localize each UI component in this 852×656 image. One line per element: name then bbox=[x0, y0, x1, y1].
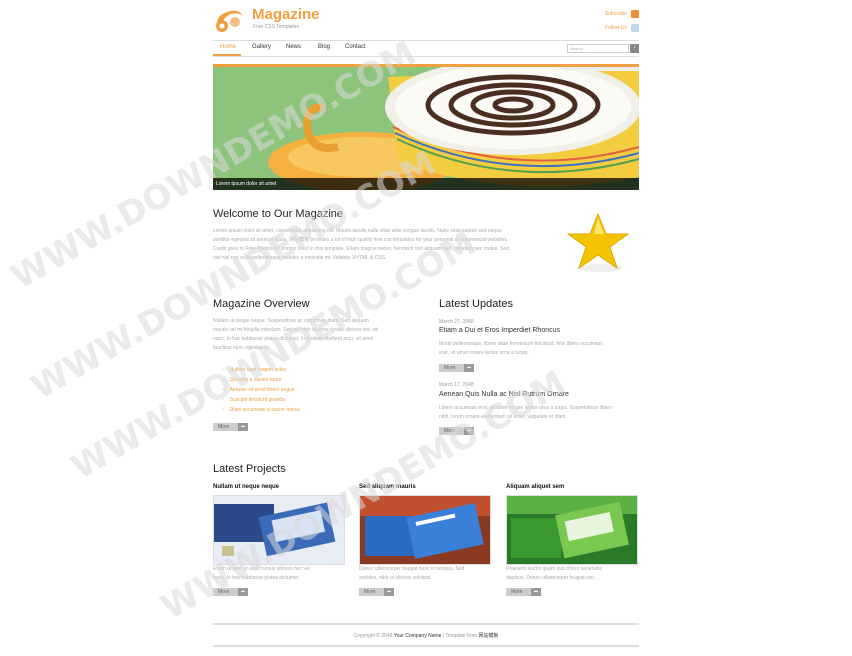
overview-title: Magazine Overview bbox=[213, 298, 310, 310]
update-line: nibh, lorem ornare elementum sit amet, v… bbox=[439, 414, 567, 420]
project-line: dapibus. Donec ullamcorper feugiat nisi. bbox=[506, 575, 595, 581]
site-tagline: Free CSS Templates bbox=[253, 24, 300, 30]
arrow-right-icon: ➡ bbox=[464, 364, 474, 372]
project-thumbnail[interactable] bbox=[506, 495, 638, 565]
follow-label: Follow Us bbox=[605, 25, 627, 31]
update-text: Libero accumsan erat, sit amet ornare le… bbox=[439, 404, 639, 422]
project-thumbnail[interactable] bbox=[213, 495, 345, 565]
project-line: Praesent auctor quam quis libero venenat… bbox=[506, 566, 603, 572]
footer-source-link[interactable]: 网站模板 bbox=[478, 633, 498, 639]
overview-list: Nullam eget magna tellus Quisque a sapie… bbox=[222, 365, 300, 415]
list-item[interactable]: Quisque a sapien tortor bbox=[222, 375, 300, 385]
footer: Copyright © 2048 Your Company Name | Tem… bbox=[213, 632, 639, 639]
update-line: erat, sit amet ornare lectus urna a turp… bbox=[439, 350, 529, 356]
search-input[interactable]: Search... bbox=[567, 44, 629, 53]
updates-title: Latest Updates bbox=[439, 298, 513, 310]
more-label: More bbox=[511, 589, 523, 595]
project-title[interactable]: Aliquam aliquet sem bbox=[506, 484, 564, 490]
welcome-line: nisl nisl nec nulla pellentesque sodales… bbox=[213, 255, 387, 261]
update-more-button[interactable]: More ➡ bbox=[439, 364, 474, 372]
list-item[interactable]: Aenean sit amet libero augue bbox=[222, 385, 300, 395]
arrow-right-icon: ➡ bbox=[531, 588, 541, 596]
nav-blog[interactable]: Blog bbox=[318, 44, 330, 50]
hero-caption-text: Lorem ipsum dolor sit amet bbox=[216, 181, 277, 187]
rss-icon[interactable] bbox=[631, 10, 639, 18]
subscribe-link[interactable]: Subscribe bbox=[605, 10, 639, 18]
welcome-line: porttitor egestas sit amet et ligula. 网站… bbox=[213, 237, 509, 243]
project-title[interactable]: Nullam ut neque neque bbox=[213, 484, 279, 490]
update-title[interactable]: Aenean Quis Nulla ac Nisl Rutrum Ornare bbox=[439, 391, 569, 398]
welcome-line: Lorem ipsum dolor sit amet, consectetur … bbox=[213, 228, 502, 234]
list-item[interactable]: Diam accumsan a auctor metus bbox=[222, 405, 300, 415]
project-thumbnail-image bbox=[507, 496, 637, 564]
overview-line: Nullam ut neque neque. Suspendisse ac co… bbox=[213, 318, 369, 324]
footer-company-link[interactable]: Your Company Name bbox=[394, 633, 442, 639]
welcome-line: Credit goes to Free Photos for photos us… bbox=[213, 246, 509, 252]
nav-news[interactable]: News bbox=[286, 44, 301, 50]
more-label: More bbox=[364, 589, 376, 595]
overview-line: nunc. In hac habitasse platea dictumst. … bbox=[213, 336, 374, 342]
project-line: nunc. In hac habitasse platea dictumst. bbox=[213, 575, 300, 581]
project-thumbnail-image bbox=[214, 496, 344, 564]
logo-icon[interactable] bbox=[213, 6, 245, 34]
welcome-title: Welcome to Our Magazine bbox=[213, 208, 344, 220]
update-date: March 27, 2048 bbox=[439, 319, 474, 325]
list-item[interactable]: Nullam eget magna tellus bbox=[222, 365, 300, 375]
overview-line: faucibus nunc egestas ac. bbox=[213, 345, 271, 351]
update-more-button[interactable]: More ➡ bbox=[439, 427, 474, 435]
arrow-right-icon: ➡ bbox=[464, 427, 474, 435]
star-icon bbox=[566, 212, 630, 272]
list-item[interactable]: Suscipit tincidunt gravida bbox=[222, 395, 300, 405]
overview-text: Nullam ut neque neque. Suspendisse ac co… bbox=[213, 317, 413, 353]
arrow-right-icon: ➡ bbox=[238, 588, 248, 596]
main-nav: Home Gallery News Blog Contact Search...… bbox=[213, 40, 639, 57]
footer-bottom-divider bbox=[213, 645, 639, 647]
project-more-button[interactable]: More ➡ bbox=[213, 588, 248, 596]
footer-copyright: Copyright © 2048 bbox=[353, 633, 393, 639]
more-label: More bbox=[218, 589, 230, 595]
update-line: Morbi pellentesque, libero vitae ferment… bbox=[439, 341, 603, 347]
coffee-cup-illustration bbox=[213, 67, 639, 190]
more-label: More bbox=[444, 428, 456, 434]
nav-home[interactable]: Home bbox=[220, 44, 236, 50]
nav-contact[interactable]: Contact bbox=[345, 44, 366, 50]
more-label: More bbox=[218, 424, 230, 430]
project-more-button[interactable]: More ➡ bbox=[359, 588, 394, 596]
project-thumbnail-image bbox=[360, 496, 490, 564]
update-text: Morbi pellentesque, libero vitae ferment… bbox=[439, 340, 639, 358]
welcome-text: Lorem ipsum dolor sit amet, consectetur … bbox=[213, 227, 558, 263]
project-text: Donec ullamcorper feugiat nunc in tempus… bbox=[359, 565, 489, 583]
update-date: March 17, 2048 bbox=[439, 382, 474, 388]
project-text: Praesent auctor quam quis libero venenat… bbox=[506, 565, 636, 583]
projects-title: Latest Projects bbox=[213, 463, 286, 475]
nav-active-indicator bbox=[213, 54, 241, 56]
project-title[interactable]: Sed aliquam mauris bbox=[359, 484, 416, 490]
project-line: Donec ullamcorper feugiat nunc in tempus… bbox=[359, 566, 465, 572]
footer-divider bbox=[213, 623, 639, 625]
twitter-icon[interactable] bbox=[631, 24, 639, 32]
project-text: Etiam ut nibh et urna cursus ultrices ne… bbox=[213, 565, 343, 583]
project-more-button[interactable]: More ➡ bbox=[506, 588, 541, 596]
subscribe-label: Subscribe bbox=[604, 11, 627, 17]
more-label: More bbox=[444, 365, 456, 371]
arrow-right-icon: ➡ bbox=[384, 588, 394, 596]
search-button[interactable]: › bbox=[630, 44, 639, 53]
project-line: sodales, nibh ut ultrices volutpat. bbox=[359, 575, 432, 581]
update-line: Libero accumsan erat, sit amet ornare le… bbox=[439, 405, 612, 411]
hero-image[interactable]: Lorem ipsum dolor sit amet bbox=[213, 67, 639, 190]
project-line: Etiam ut nibh et urna cursus ultrices ne… bbox=[213, 566, 310, 572]
arrow-right-icon: ➡ bbox=[238, 423, 248, 431]
follow-link[interactable]: Follow Us bbox=[605, 24, 639, 32]
update-title[interactable]: Etiam a Dui et Eros Imperdiet Rhoncus bbox=[439, 327, 560, 334]
site-title[interactable]: Magazine bbox=[252, 6, 320, 23]
project-thumbnail[interactable] bbox=[359, 495, 491, 565]
footer-middle: | Template from bbox=[442, 633, 478, 639]
hero-caption: Lorem ipsum dolor sit amet bbox=[213, 178, 639, 190]
overview-line: mauris vel mi fringilla interdum. Sed ve… bbox=[213, 327, 379, 333]
nav-gallery[interactable]: Gallery bbox=[252, 44, 271, 50]
overview-more-button[interactable]: More ➡ bbox=[213, 423, 248, 431]
